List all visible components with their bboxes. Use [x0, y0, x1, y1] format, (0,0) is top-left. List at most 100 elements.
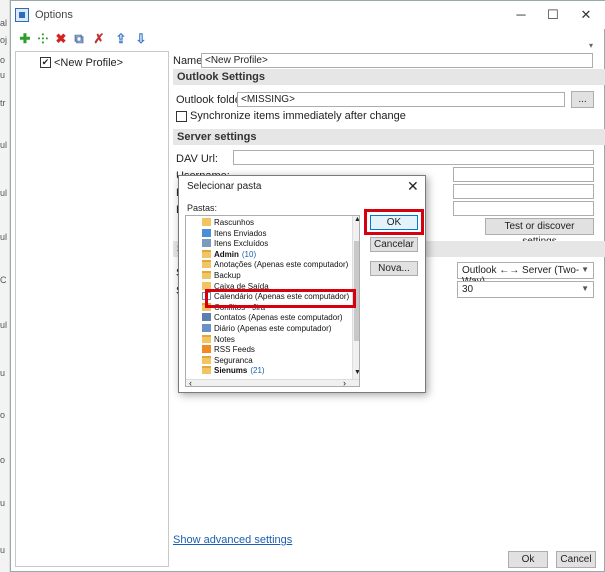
background-snippet: al [0, 18, 8, 28]
test-settings-button[interactable]: Test or discover settings [485, 218, 594, 247]
dav-url-label: DAV Url: [176, 153, 218, 165]
folder-item-label: Itens Enviados [214, 228, 267, 238]
journal-icon [202, 324, 211, 332]
folder-item[interactable]: Itens Enviados [202, 228, 267, 239]
username-input[interactable] [453, 167, 594, 182]
show-advanced-link[interactable]: Show advanced settings [173, 534, 292, 546]
rss-icon [202, 345, 211, 354]
close-button[interactable]: ✕ [571, 6, 601, 24]
folders-label: Pastas: [187, 203, 218, 213]
folder-item[interactable]: Rascunhos [202, 217, 255, 228]
outlook-folder-input[interactable]: <MISSING> [237, 92, 565, 107]
dialog-new-button[interactable]: Nova... [370, 261, 418, 276]
folder-icon [202, 249, 211, 258]
cancel-button[interactable]: Cancel [556, 551, 596, 568]
profile-tree[interactable]: ✔ <New Profile> [15, 51, 169, 567]
chevron-down-icon: ▼ [581, 265, 589, 274]
background-snippet: o [0, 410, 6, 420]
background-snippet: oj [0, 35, 8, 45]
toolbar-overflow-icon[interactable]: ▾ [589, 41, 593, 50]
folder-item[interactable]: Itens Excluídos [202, 238, 268, 249]
ok-button[interactable]: Ok [508, 551, 548, 568]
folder-item-label: Anotações (Apenas este computador) [214, 260, 349, 270]
sync-mode-select[interactable]: Outlook ←→ Server (Two-Way)▼ [457, 262, 594, 287]
profile-label: <New Profile> [54, 57, 124, 69]
background-snippet: ul [0, 232, 8, 242]
calendar-highlight [205, 289, 356, 308]
title-bar: Options ─ ☐ ✕ [11, 1, 605, 29]
folder-item-label: Contatos (Apenas este computador) [214, 313, 343, 323]
sync-interval-value: 30 [462, 284, 474, 295]
chevron-down-icon: ▼ [581, 284, 589, 293]
background-snippet: ul [0, 320, 8, 330]
copy-icon[interactable]: ⧉ [71, 31, 87, 47]
folder-item[interactable]: Contatos (Apenas este computador) [202, 312, 343, 323]
folder-item-label: Sienums [214, 366, 248, 376]
background-snippet: u [0, 368, 6, 378]
maximize-button[interactable]: ☐ [538, 6, 568, 24]
folder-icon [202, 355, 211, 364]
background-snippet: ul [0, 188, 8, 198]
app-icon [15, 8, 29, 22]
dialog-close-button[interactable]: ✕ [407, 178, 419, 195]
background-snippet: u [0, 498, 6, 508]
dialog-cancel-button[interactable]: Cancelar [370, 237, 418, 252]
folder-item[interactable]: Notes [202, 334, 235, 345]
folder-list-hscrollbar[interactable]: ‹ › [186, 378, 359, 386]
minimize-button[interactable]: ─ [506, 6, 536, 24]
sync-immediately-option[interactable]: Synchronize items immediately after chan… [176, 110, 576, 124]
window-title: Options [35, 9, 73, 21]
folder-item[interactable]: Diário (Apenas este computador) [202, 323, 332, 334]
scroll-left-icon[interactable]: ‹ [189, 378, 192, 386]
sync-immediately-checkbox[interactable] [176, 111, 187, 122]
clear-icon[interactable]: ✗ [91, 31, 107, 47]
folder-icon [202, 260, 211, 269]
folder-item-label: Backup [214, 271, 241, 280]
background-snippet: u [0, 545, 6, 555]
scroll-up-icon[interactable]: ▲ [354, 216, 359, 223]
server-settings-header: Server settings [173, 129, 605, 145]
select-folder-dialog: Selecionar pasta ✕ Pastas: Sienums (21) Se… [178, 175, 426, 393]
drafts-icon [202, 218, 211, 226]
background-snippet: C [0, 275, 7, 285]
folder-item[interactable]: Anotações (Apenas este computador) [202, 259, 349, 270]
sync-immediately-label: Synchronize items immediately after chan… [190, 110, 406, 122]
name-input[interactable]: <New Profile> [201, 53, 593, 68]
background-snippet: o [0, 455, 6, 465]
folder-item-label: Notes [214, 334, 235, 344]
password-input[interactable] [453, 184, 594, 199]
dialog-ok-button[interactable]: OK [370, 215, 418, 230]
folder-item-count: (10) [241, 249, 257, 259]
folder-item-label: Rascunhos [214, 218, 255, 227]
export-icon[interactable]: ⇪ [113, 31, 129, 47]
sync-interval-select[interactable]: 30 ▼ [457, 281, 594, 298]
folder-icon [202, 334, 211, 343]
folder-item-label: Admin [214, 249, 239, 259]
folder-item[interactable]: Admin (10) [202, 249, 257, 260]
folder-item-count: (21) [250, 366, 265, 376]
add-icon[interactable]: ✚ [17, 31, 33, 47]
folder-item-label: Diário (Apenas este computador) [214, 324, 332, 333]
tree-item-new-profile[interactable]: ✔ <New Profile> [40, 56, 160, 70]
folder-item-label: Seguranca [214, 355, 253, 365]
folder-item[interactable]: Sienums (21) [202, 365, 265, 376]
profile-checkbox[interactable]: ✔ [40, 57, 51, 68]
contacts-icon [202, 313, 211, 322]
background-snippet: ul [0, 140, 8, 150]
background-snippet: tr [0, 98, 6, 108]
folder-item[interactable]: Backup [202, 270, 241, 281]
folder-item[interactable]: Seguranca [202, 355, 253, 366]
import-icon[interactable]: ⇩ [133, 31, 149, 47]
background-snippet: o [0, 55, 6, 65]
dialog-title: Selecionar pasta [187, 181, 262, 192]
add-child-icon[interactable]: ⸭ [35, 31, 51, 47]
folder-icon [202, 366, 211, 375]
browse-folder-button[interactable]: ... [571, 91, 594, 108]
email-input[interactable] [453, 201, 594, 216]
toolbar: ✚ ⸭ ✖ ⧉ ✗ ⇪ ⇩ [15, 29, 600, 51]
folder-item[interactable]: RSS Feeds [202, 344, 255, 355]
scroll-down-icon[interactable]: ▼ [354, 369, 359, 376]
dav-url-input[interactable] [233, 150, 594, 165]
delete-icon[interactable]: ✖ [53, 31, 69, 47]
scroll-right-icon[interactable]: › [343, 378, 346, 386]
